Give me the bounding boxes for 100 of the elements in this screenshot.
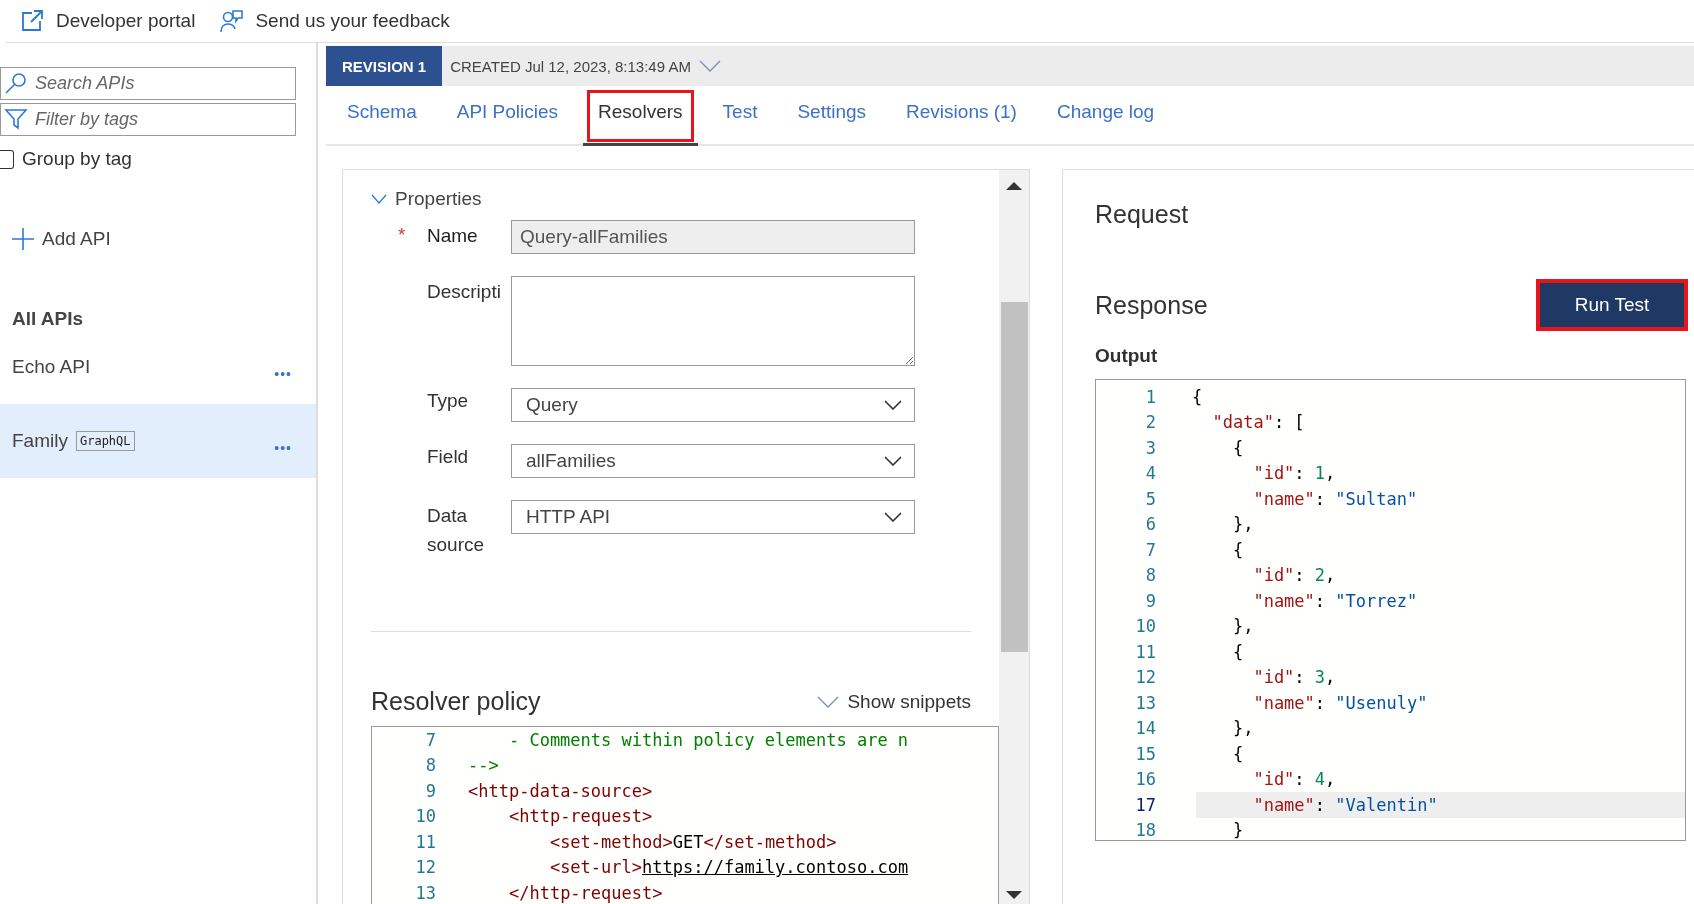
field-label: Name [427,224,479,247]
search-field[interactable]: Search APIs [0,67,296,100]
code-line: } [1231,820,1244,840]
code-line: - Comments within policy elements are n [507,729,909,750]
show-snippets-link[interactable]: Show snippets [817,690,971,713]
field-label: Output [1095,345,1159,367]
line-number: 14 [1134,718,1156,739]
code-line: }, [1231,718,1254,739]
external-link-icon [20,9,44,33]
line-number: 10 [414,806,436,827]
tab[interactable]: Resolvers [583,86,698,146]
scroll-thumb[interactable] [1000,302,1028,652]
scroll-up-icon[interactable] [1006,182,1022,190]
more-button[interactable]: ••• [274,352,292,382]
feedback-icon [219,9,244,33]
line-number: 13 [1134,692,1156,713]
line-number: 6 [1144,514,1156,535]
line-number: 9 [424,780,436,801]
created-label: CREATED Jul 12, 2023, 8:13:49 AM [450,57,691,75]
code-line: --> [468,755,499,776]
code-line: { [1192,386,1203,407]
tab[interactable]: API Policies [441,86,574,144]
scroll-down-icon[interactable] [1006,890,1022,899]
dropdown[interactable]: HTTP API [511,500,915,534]
line-number: 11 [414,831,436,852]
chevron-down-icon [884,456,902,466]
code-line: "name": "Torrez" [1252,590,1418,611]
code-line: { [1231,539,1244,560]
section-toggle[interactable]: Properties [371,188,999,210]
code-line: { [1231,743,1244,764]
code-line: "id": 1, [1252,463,1336,484]
line-number: 7 [424,729,436,750]
line-number: 11 [1134,641,1156,662]
field-label: Type [427,389,470,412]
code-line: "data": [ [1211,412,1305,433]
line-number: 2 [1144,412,1156,433]
run-test-button[interactable]: Run Test [1536,279,1688,331]
section-title: Properties [395,188,482,210]
tab[interactable]: Test [707,86,773,144]
scrollbar[interactable] [999,170,1029,904]
revision-badge: REVISION 1 [326,46,443,86]
required-mark: * [397,223,407,246]
description-field[interactable] [511,276,915,366]
tab[interactable]: Revisions (1) [891,86,1032,144]
section-heading: All APIs [12,308,85,330]
code-editor[interactable]: 7 - Comments within policy elements are n 8 --> 9 <http-data-source> 10 <http-request> 11 <set-method>GET</set-method> 12 <set-url>https://family.contoso.com 13 </http-request> [371,726,999,904]
code-line: { [1231,437,1244,458]
api-list-item[interactable]: Echo API ••• [0,330,316,404]
code-line: <http-request> [507,806,653,827]
chevron-down-icon [884,400,902,410]
line-number: 18 [1134,820,1156,840]
line-number: 7 [1144,539,1156,560]
section-title: Resolver policy [371,687,541,716]
code-line: <http-data-source> [468,780,653,801]
more-button[interactable]: ••• [274,426,292,456]
line-number: 15 [1134,743,1156,764]
dropdown[interactable]: Query [511,388,915,422]
line-number: 17 [1134,794,1156,815]
dropdown[interactable]: allFamilies [511,444,915,478]
chevron-down-icon [817,695,840,708]
line-number: 12 [1134,667,1156,688]
section-title: Request [1095,200,1190,229]
tab[interactable]: Change log [1041,86,1170,144]
chevron-down-icon [884,512,902,522]
code-line: </http-request> [507,882,663,903]
code-line: "id": 2, [1252,565,1336,586]
code-line: }, [1231,616,1254,637]
code-line: "id": 4, [1252,769,1336,790]
code-line: "id": 3, [1252,667,1336,688]
api-name: Family [12,430,68,452]
line-number: 10 [1134,616,1156,637]
line-number: 5 [1144,488,1156,509]
field-label: Field [427,445,470,468]
api-tag: GraphQL [75,431,135,451]
checkbox[interactable] [0,149,14,169]
tab[interactable]: Settings [782,86,882,144]
filter-field[interactable]: Filter by tags [0,103,296,136]
filter-icon [4,107,28,131]
line-number: 1 [1144,386,1156,407]
chevron-down-icon [371,194,387,204]
code-line: "name": "Usenuly" [1252,692,1428,713]
code-line: "name": "Sultan" [1252,488,1418,509]
plus-icon [12,228,34,250]
line-number: 8 [1144,565,1156,586]
add-api-link[interactable]: Add API [12,228,316,250]
output-editor[interactable]: 1 { 2 "data": [ 3 { 4 "id": 1, 5 "name": "Sultan" 6 }, 7 { 8 "id": 2, 9 "name": "Torrez" 10 }, 11 { 12 "id": 3, 13 "name": "Usenuly" 14 }, 15 { 16 "id": 4, 17 "name": "Valentin" 18 } [1095,379,1686,841]
line-number: 13 [414,882,436,903]
field-label: Descripti [427,280,502,303]
section-title: Response [1095,290,1208,320]
top-link[interactable]: Send us your feedback [219,9,450,33]
code-line: }, [1231,514,1254,535]
code-line: { [1231,641,1244,662]
api-name: Echo API [12,356,91,378]
code-line: <set-url>https://family.contoso.com [548,857,909,878]
api-list-item[interactable]: Family GraphQL ••• [0,404,316,478]
line-number: 16 [1134,769,1156,790]
tab[interactable]: Schema [332,86,432,144]
line-number: 12 [414,857,436,878]
top-link[interactable]: Developer portal [20,9,196,33]
line-number: 3 [1144,437,1156,458]
